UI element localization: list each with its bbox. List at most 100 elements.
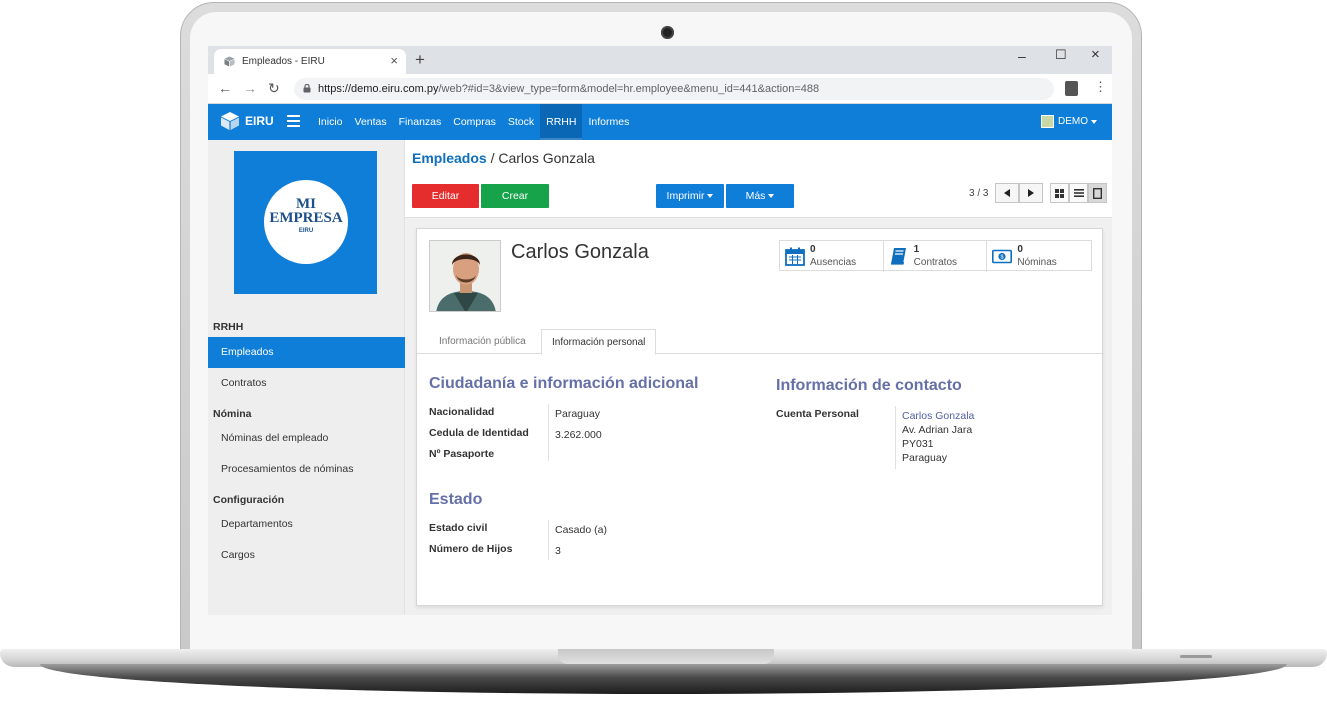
nationality-value[interactable]: Paraguay	[555, 408, 600, 420]
calendar-icon	[785, 247, 805, 266]
forward-icon[interactable]: →	[243, 80, 257, 96]
close-window-icon[interactable]: ×	[1091, 46, 1100, 63]
chevron-down-icon	[1091, 119, 1097, 124]
sidebar-section-nomina: Nómina	[213, 408, 252, 420]
screen: Empleados - EIRU × + – ☐ × ← → ↻ https:/…	[208, 46, 1112, 615]
menu-item-informes[interactable]: Informes	[582, 104, 635, 140]
nationality-label: Nacionalidad	[429, 406, 495, 418]
breadcrumb-separator: /	[490, 150, 495, 166]
brand-name: EIRU	[245, 114, 274, 128]
logo-line-1: MI	[296, 196, 316, 212]
url-input[interactable]: https://demo.eiru.com.py/web?#id=3&view_…	[294, 78, 1054, 100]
cube-logo-icon	[221, 112, 239, 130]
create-button[interactable]: Crear	[481, 184, 549, 208]
book-icon	[890, 248, 906, 265]
breadcrumb-parent[interactable]: Empleados	[412, 150, 487, 166]
contracts-label: Contratos	[913, 257, 958, 268]
browser-tab[interactable]: Empleados - EIRU ×	[214, 49, 406, 74]
tab-close-icon[interactable]: ×	[390, 53, 398, 68]
address-line-2: PY031	[902, 438, 934, 450]
new-tab-icon[interactable]: +	[415, 50, 425, 70]
contracts-count: 1	[913, 244, 920, 255]
money-icon: $	[992, 249, 1013, 264]
pager-buttons	[995, 183, 1043, 203]
menu-item-finanzas[interactable]: Finanzas	[393, 104, 448, 140]
form-sheet: Carlos Gonzala 0 Ausencias 1 Contratos $…	[416, 228, 1104, 606]
id-card-value[interactable]: 3.262.000	[555, 429, 602, 441]
sidebar-item-contratos[interactable]: Contratos	[208, 368, 405, 399]
minimize-icon[interactable]: –	[1018, 48, 1026, 64]
field-separator	[895, 406, 896, 469]
company-logo-circle: MI EMPRESA EIRU	[264, 180, 348, 264]
arrow-left-icon	[1004, 189, 1010, 197]
employee-photo[interactable]	[429, 240, 501, 312]
company-logo: MI EMPRESA EIRU	[234, 151, 377, 294]
menu-item-stock[interactable]: Stock	[502, 104, 540, 140]
kanban-view-button[interactable]	[1050, 183, 1069, 203]
user-menu[interactable]: DEMO	[1041, 115, 1097, 128]
sidebar-item-cargos[interactable]: Cargos	[208, 540, 405, 571]
more-button-label: Más	[745, 190, 766, 202]
menu-item-rrhh[interactable]: RRHH	[540, 104, 583, 140]
marital-status-label: Estado civil	[429, 522, 488, 534]
previous-record-button[interactable]	[995, 183, 1019, 203]
personal-account-label: Cuenta Personal	[776, 408, 859, 420]
list-icon	[1073, 189, 1084, 197]
next-record-button[interactable]	[1019, 183, 1043, 203]
pager-value: 3 / 3	[969, 188, 989, 199]
sidebar-section-rrhh: RRHH	[213, 321, 244, 333]
more-button[interactable]: Más	[726, 184, 794, 208]
field-separator	[548, 404, 549, 461]
svg-text:$: $	[1001, 255, 1004, 261]
menu-item-ventas[interactable]: Ventas	[349, 104, 393, 140]
logo-line-2: EMPRESA	[269, 210, 343, 226]
brand[interactable]: EIRU	[220, 111, 274, 131]
contracts-button[interactable]: 1 Contratos	[884, 241, 988, 272]
sidebar-section-configuracion: Configuración	[213, 494, 285, 506]
laptop-indicator	[1180, 655, 1212, 658]
control-panel: Empleados / Carlos Gonzala Editar Crear …	[405, 140, 1112, 218]
address-line-3: Paraguay	[902, 452, 947, 464]
tab-informacion-publica[interactable]: Información pública	[429, 329, 536, 354]
menu-item-inicio[interactable]: Inicio	[312, 104, 349, 140]
chevron-down-icon	[768, 194, 775, 199]
print-button-label: Imprimir	[666, 190, 705, 202]
status-section-title: Estado	[429, 491, 483, 508]
list-view-button[interactable]	[1069, 183, 1088, 203]
contact-section-title: Información de contacto	[776, 377, 962, 394]
back-icon[interactable]: ←	[218, 80, 232, 96]
edit-button[interactable]: Editar	[412, 184, 479, 208]
citizenship-section-title: Ciudadanía e información adicional	[429, 375, 699, 392]
tab-informacion-personal[interactable]: Información personal	[541, 329, 657, 355]
sidebar-item-procesamientos[interactable]: Procesamientos de nóminas	[208, 454, 405, 485]
sidebar-item-nominas-empleado[interactable]: Nóminas del empleado	[208, 423, 405, 454]
marital-status-value[interactable]: Casado (a)	[555, 524, 607, 536]
grid-icon	[1055, 188, 1064, 198]
absences-label: Ausencias	[810, 257, 857, 268]
children-value[interactable]: 3	[555, 545, 561, 557]
webcam	[661, 26, 674, 39]
menu-item-compras[interactable]: Compras	[447, 104, 502, 140]
sidebar-item-departamentos[interactable]: Departamentos	[208, 509, 405, 540]
clipboard-extension-icon[interactable]	[1065, 81, 1078, 96]
browser-menu-icon[interactable]: ⋮	[1094, 80, 1107, 93]
maximize-icon[interactable]: ☐	[1055, 47, 1067, 63]
cube-favicon-icon	[224, 56, 235, 67]
logo-line-3: EIRU	[298, 228, 314, 234]
print-button[interactable]: Imprimir	[656, 184, 724, 208]
address-bar: ← → ↻ https://demo.eiru.com.py/web?#id=3…	[208, 74, 1112, 104]
reload-icon[interactable]: ↻	[268, 80, 280, 97]
sidebar-item-empleados[interactable]: Empleados	[208, 337, 405, 368]
personal-account-link[interactable]: Carlos Gonzala	[902, 410, 974, 422]
absences-count: 0	[810, 244, 816, 255]
smart-buttons: 0 Ausencias 1 Contratos $ 0 Nóminas	[779, 240, 1092, 272]
form-icon	[1093, 187, 1102, 199]
form-view-button[interactable]	[1088, 183, 1107, 203]
laptop-base-bottom	[40, 664, 1287, 694]
employee-name: Carlos Gonzala	[511, 241, 649, 263]
payslips-button[interactable]: $ 0 Nóminas	[987, 241, 1091, 272]
address-line-1: Av. Adrian Jara	[902, 424, 973, 436]
hamburger-menu-icon[interactable]	[287, 115, 300, 130]
field-separator	[548, 520, 549, 560]
absences-button[interactable]: 0 Ausencias	[780, 241, 884, 272]
